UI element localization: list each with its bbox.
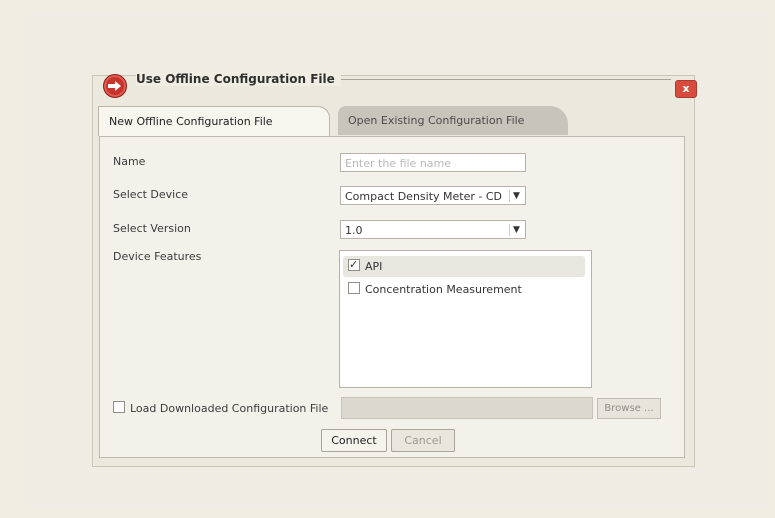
connect-button[interactable]: Connect [321,429,387,452]
arrow-right-icon [103,74,127,98]
concentration-checkbox[interactable] [348,282,360,294]
device-select-value: Compact Density Meter - CD [345,190,502,203]
cancel-button: Cancel [391,429,455,452]
tab-open-existing[interactable]: Open Existing Configuration File [338,106,568,135]
list-item-api[interactable]: API [348,256,383,276]
device-select[interactable]: Compact Density Meter - CD ▼ [340,186,526,205]
load-config-path-field [341,397,593,419]
version-select[interactable]: 1.0 ▼ [340,220,526,239]
browse-button: Browse ... [597,398,661,419]
dialog-tabs: Open Existing Configuration File New Off… [98,106,658,136]
api-checkbox[interactable] [348,256,360,274]
close-button[interactable]: x [675,80,697,98]
name-label: Name [113,155,146,168]
device-features-label: Device Features [113,250,202,263]
tab-new-offline[interactable]: New Offline Configuration File [98,106,330,136]
load-config-row[interactable]: Load Downloaded Configuration File [113,401,328,415]
select-version-label: Select Version [113,222,191,235]
load-config-checkbox[interactable] [113,401,125,413]
dialog-title: Use Offline Configuration File [136,72,341,86]
list-item-concentration[interactable]: Concentration Measurement [348,281,522,299]
concentration-label: Concentration Measurement [365,283,522,296]
select-device-label: Select Device [113,188,189,201]
name-input[interactable]: Enter the file name [340,153,526,172]
device-features-list[interactable]: API Concentration Measurement [339,250,592,388]
chevron-down-icon[interactable]: ▼ [509,190,523,202]
api-label: API [365,260,383,273]
load-config-label: Load Downloaded Configuration File [130,402,329,415]
version-select-value: 1.0 [345,224,363,237]
chevron-down-icon[interactable]: ▼ [509,224,523,236]
dialog-title-bar: Use Offline Configuration File x [103,62,697,102]
